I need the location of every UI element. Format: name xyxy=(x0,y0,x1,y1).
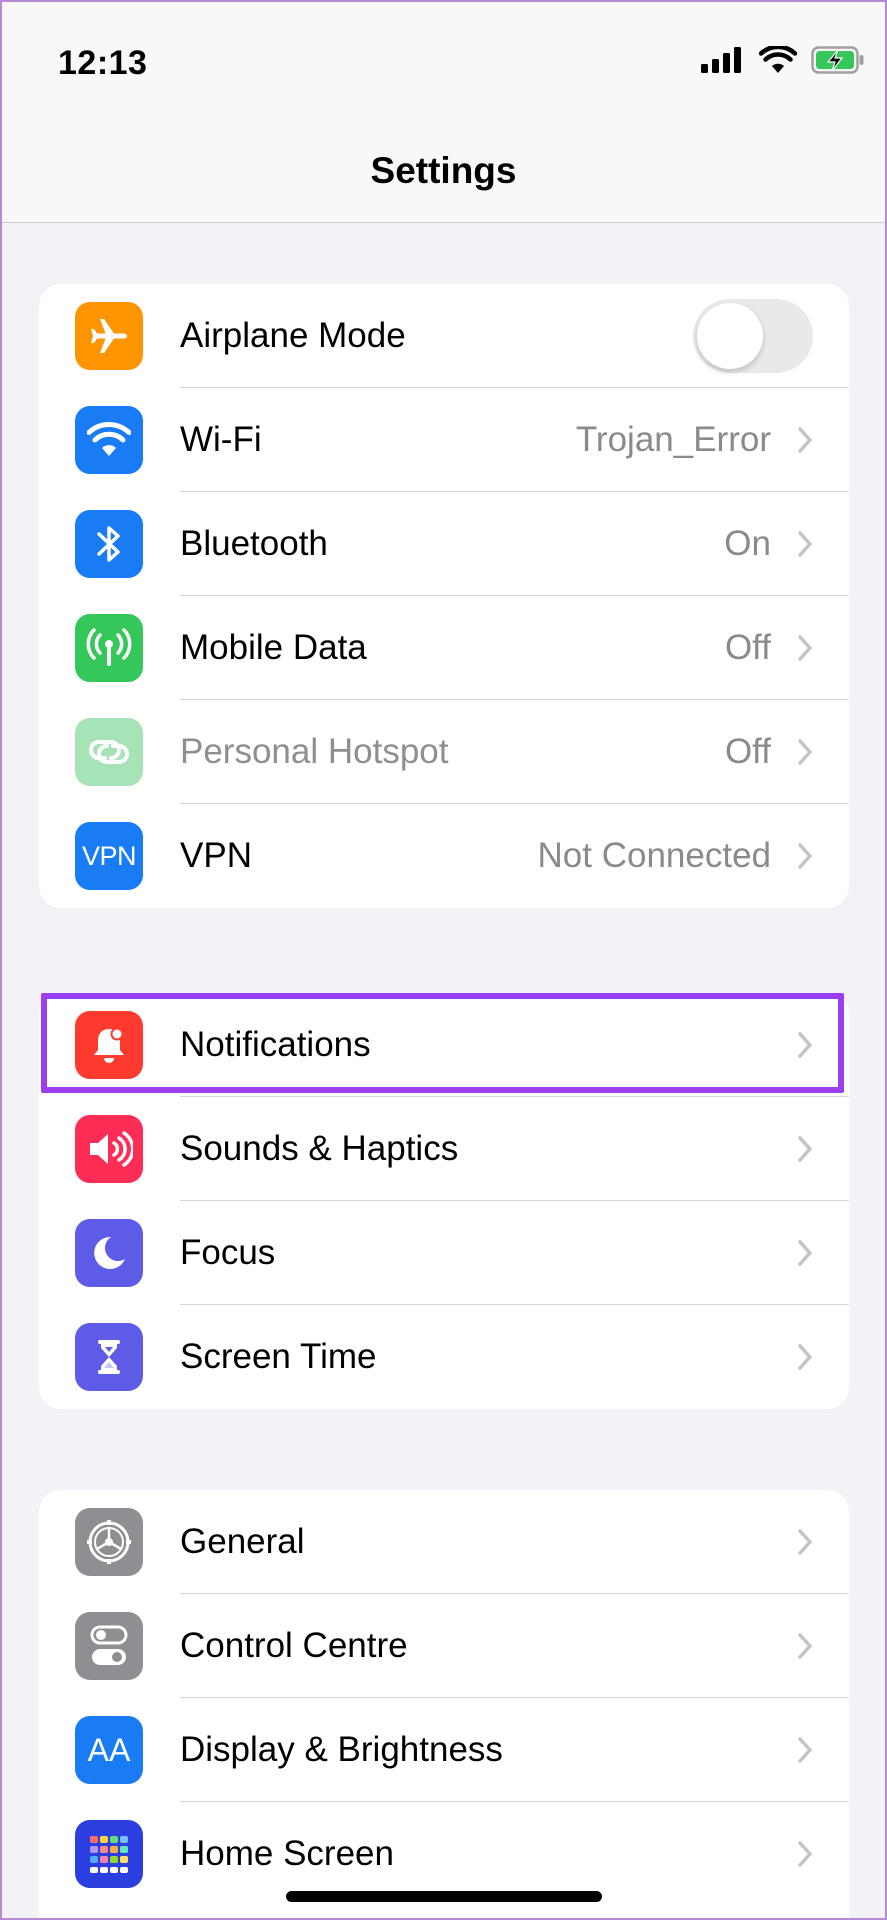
screen-time-label: Screen Time xyxy=(180,1337,377,1376)
bluetooth-icon xyxy=(75,510,143,578)
wifi-value: Trojan_Error xyxy=(575,420,771,459)
battery-charging-icon xyxy=(811,46,865,74)
airplane-mode-toggle[interactable] xyxy=(693,299,813,373)
wifi-row[interactable]: Wi-Fi Trojan_Error xyxy=(39,388,849,492)
toggles-icon xyxy=(75,1612,143,1680)
bluetooth-row[interactable]: Bluetooth On xyxy=(39,492,849,596)
speaker-icon xyxy=(75,1115,143,1183)
gear-icon xyxy=(75,1508,143,1576)
focus-row[interactable]: Focus xyxy=(39,1201,849,1305)
general-label: General xyxy=(180,1522,305,1561)
control-centre-row[interactable]: Control Centre xyxy=(39,1594,849,1698)
chevron-right-icon xyxy=(798,1633,812,1659)
chevron-right-icon xyxy=(798,1529,812,1555)
status-icons xyxy=(701,46,865,74)
chevron-right-icon xyxy=(798,1737,812,1763)
sounds-haptics-row[interactable]: Sounds & Haptics xyxy=(39,1097,849,1201)
screen-time-row[interactable]: Screen Time xyxy=(39,1305,849,1409)
vpn-value: Not Connected xyxy=(537,836,771,875)
home-indicator[interactable] xyxy=(286,1891,602,1902)
control-centre-label: Control Centre xyxy=(180,1626,408,1665)
chevron-right-icon xyxy=(798,531,812,557)
display-brightness-row[interactable]: AA Display & Brightness xyxy=(39,1698,849,1802)
chevron-right-icon xyxy=(798,1136,812,1162)
chevron-right-icon xyxy=(798,1240,812,1266)
connectivity-group: Airplane Mode Wi-Fi Trojan_Error Bluetoo… xyxy=(39,284,849,908)
chevron-right-icon xyxy=(798,1841,812,1867)
text-size-icon-text: AA xyxy=(87,1731,131,1768)
focus-label: Focus xyxy=(180,1233,276,1272)
notification-bell-icon xyxy=(75,1011,143,1079)
vpn-row[interactable]: VPN VPN Not Connected xyxy=(39,804,849,908)
chevron-right-icon xyxy=(798,1032,812,1058)
notifications-label: Notifications xyxy=(180,1025,371,1064)
general-group: General Control Centre AA Display & Brig… xyxy=(39,1490,849,1920)
bluetooth-label: Bluetooth xyxy=(180,524,328,563)
text-size-icon: AA xyxy=(75,1716,143,1784)
notifications-row[interactable]: Notifications xyxy=(39,993,849,1097)
display-brightness-label: Display & Brightness xyxy=(180,1730,503,1769)
sounds-haptics-label: Sounds & Haptics xyxy=(180,1129,459,1168)
moon-icon xyxy=(75,1219,143,1287)
toggle-knob xyxy=(697,303,763,369)
hotspot-link-icon xyxy=(75,718,143,786)
chevron-right-icon xyxy=(798,427,812,453)
mobile-data-label: Mobile Data xyxy=(180,628,367,667)
personal-hotspot-row[interactable]: Personal Hotspot Off xyxy=(39,700,849,804)
hourglass-icon xyxy=(75,1323,143,1391)
airplane-mode-row: Airplane Mode xyxy=(39,284,849,388)
mobile-data-value: Off xyxy=(724,628,771,667)
chevron-right-icon xyxy=(798,843,812,869)
airplane-mode-label: Airplane Mode xyxy=(180,316,406,355)
vpn-icon-text: VPN xyxy=(81,840,137,871)
airplane-icon xyxy=(75,302,143,370)
app-grid-icon xyxy=(75,1820,143,1888)
antenna-icon xyxy=(75,614,143,682)
chevron-right-icon xyxy=(798,635,812,661)
signal-bars-icon xyxy=(701,47,745,73)
bluetooth-value: On xyxy=(724,524,771,563)
wifi-icon xyxy=(75,406,143,474)
chevron-right-icon xyxy=(798,1344,812,1370)
mobile-data-row[interactable]: Mobile Data Off xyxy=(39,596,849,700)
chevron-right-icon xyxy=(798,739,812,765)
top-bar: 12:13 Settings xyxy=(0,0,887,223)
vpn-label: VPN xyxy=(180,836,252,875)
home-screen-label: Home Screen xyxy=(180,1834,394,1873)
vpn-icon: VPN xyxy=(75,822,143,890)
status-time: 12:13 xyxy=(58,44,148,82)
notifications-group: Notifications Sounds & Haptics Focus Scr… xyxy=(39,993,849,1409)
wifi-icon xyxy=(759,46,797,74)
page-title: Settings xyxy=(370,150,517,191)
personal-hotspot-value: Off xyxy=(724,732,771,771)
wifi-label: Wi-Fi xyxy=(180,420,262,459)
general-row[interactable]: General xyxy=(39,1490,849,1594)
personal-hotspot-label: Personal Hotspot xyxy=(180,732,449,771)
